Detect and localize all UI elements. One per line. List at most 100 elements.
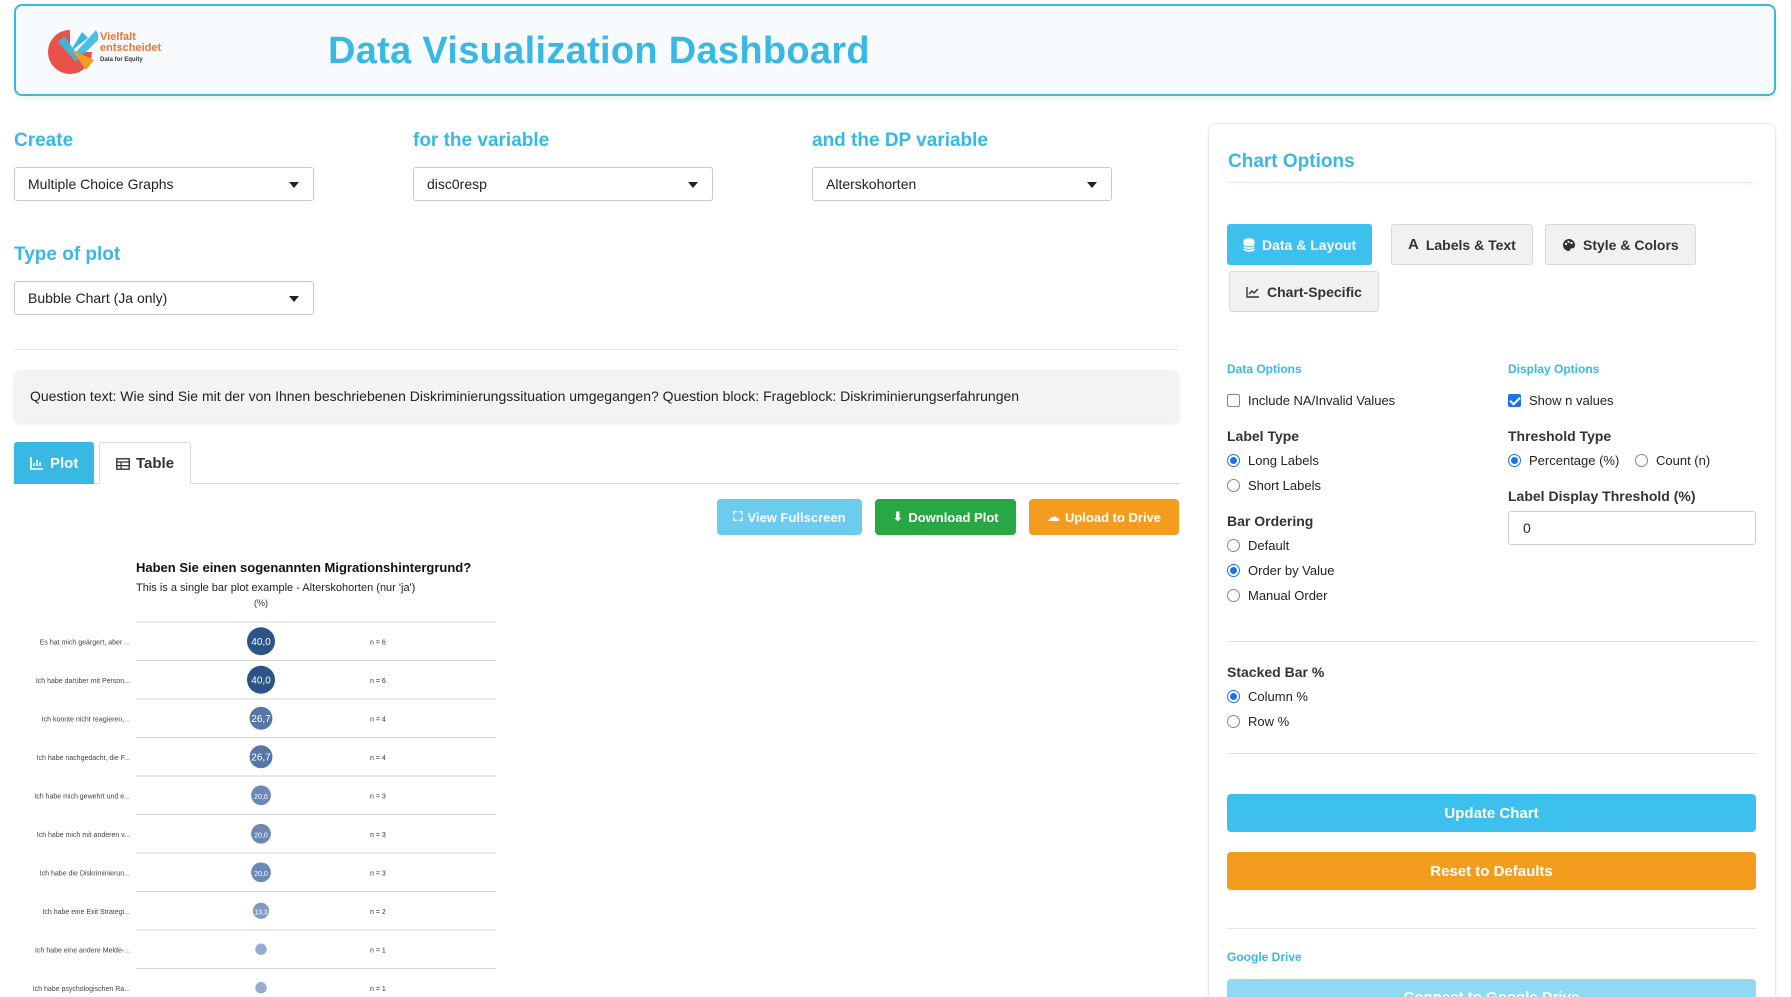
row-label: Ich habe eine Exit Strategi...	[42, 909, 130, 916]
tab-plot[interactable]: Plot	[14, 442, 95, 484]
long-labels-radio[interactable]: Long Labels	[1227, 453, 1319, 468]
upload-drive-label: Upload to Drive	[1064, 509, 1162, 525]
chart-subtitle: This is a single bar plot example - Alte…	[136, 582, 415, 594]
tab-style-colors[interactable]: Style & Colors	[1545, 224, 1696, 265]
bubble-chart-svg: Haben Sie einen sogenannten Migrationshi…	[33, 560, 496, 994]
radio[interactable]	[1635, 454, 1648, 467]
row-pct-radio[interactable]: Row %	[1227, 714, 1289, 729]
order-value-label: Order by Value	[1248, 563, 1335, 578]
divider	[1227, 641, 1756, 642]
short-labels-label: Short Labels	[1248, 478, 1321, 493]
upload-drive-button[interactable]: ☁ Upload to Drive	[1029, 499, 1179, 535]
row-n-label: n = 3	[370, 870, 386, 877]
logo-mark-icon	[48, 30, 100, 74]
tab-table[interactable]: Table	[99, 442, 192, 484]
chevron-down-icon	[289, 182, 299, 188]
radio[interactable]	[1508, 454, 1521, 467]
label-type-heading: Label Type	[1227, 428, 1300, 444]
tab-table-label: Table	[136, 455, 175, 472]
line-chart-icon	[1246, 286, 1259, 298]
tab-chart-specific[interactable]: Chart-Specific	[1229, 271, 1379, 312]
bubble-value-label: 13,3	[254, 909, 268, 916]
radio[interactable]	[1227, 479, 1240, 492]
bubble-value-label: 40,0	[251, 637, 271, 648]
page-title: Data Visualization Dashboard	[328, 30, 870, 72]
dp-variable-select-value: Alterskohorten	[826, 176, 917, 192]
radio[interactable]	[1227, 589, 1240, 602]
row-label: Ich habe nachgedacht, die F...	[37, 755, 130, 762]
include-na-checkbox[interactable]: Include NA/Invalid Values	[1227, 393, 1395, 408]
row-label: Ich habe die Diskriminierun...	[40, 870, 130, 877]
order-manual-radio[interactable]: Manual Order	[1227, 588, 1327, 603]
google-drive-heading: Google Drive	[1227, 950, 1302, 964]
logo: Vielfalt entscheidet Data for Equity	[42, 24, 182, 80]
order-value-radio[interactable]: Order by Value	[1227, 563, 1334, 578]
connect-drive-label: Connect to Google Drive	[1404, 989, 1580, 997]
variable-select-value: disc0resp	[427, 176, 487, 192]
row-label: Ich habe darüber mit Person...	[36, 678, 130, 685]
bubble	[255, 982, 267, 994]
plot-type-select[interactable]: Bubble Chart (Ja only)	[14, 281, 314, 315]
download-plot-button[interactable]: ⬇ Download Plot	[875, 499, 1016, 535]
update-chart-button[interactable]: Update Chart	[1227, 794, 1756, 832]
radio[interactable]	[1227, 454, 1240, 467]
order-default-radio[interactable]: Default	[1227, 538, 1289, 553]
column-pct-radio[interactable]: Column %	[1227, 689, 1308, 704]
bubble-chart: Haben Sie einen sogenannten Migrationshi…	[14, 550, 514, 997]
checkbox[interactable]	[1508, 394, 1521, 407]
chevron-down-icon	[289, 296, 299, 302]
divider	[1227, 928, 1756, 929]
row-label: Ich habe psychologischen Ra...	[33, 986, 130, 993]
variable-label: for the variable	[413, 130, 550, 151]
display-options-heading: Display Options	[1508, 362, 1600, 376]
tab-data-layout[interactable]: Data & Layout	[1227, 224, 1373, 265]
logo-text: Vielfalt entscheidet Data for Equity	[100, 32, 161, 66]
view-fullscreen-button[interactable]: ⛶ View Fullscreen	[717, 499, 862, 535]
tab-data-layout-label: Data & Layout	[1262, 236, 1357, 253]
row-n-label: n = 1	[370, 986, 386, 993]
label-threshold-input[interactable]: 0	[1508, 511, 1756, 545]
row-n-label: n = 2	[370, 909, 386, 916]
row-n-label: n = 6	[370, 639, 386, 646]
column-pct-label: Column %	[1248, 689, 1308, 704]
threshold-count-radio[interactable]: Count (n)	[1635, 453, 1710, 468]
order-manual-label: Manual Order	[1248, 588, 1328, 603]
bubble-value-label: 26,7	[251, 752, 271, 763]
short-labels-radio[interactable]: Short Labels	[1227, 478, 1321, 493]
download-icon: ⬇	[892, 509, 904, 524]
bubble-value-label: 26,7	[251, 714, 271, 725]
row-label: Ich habe eine andere Melde-...	[35, 947, 130, 954]
create-select-value: Multiple Choice Graphs	[28, 176, 174, 192]
long-labels-label: Long Labels	[1248, 453, 1319, 468]
tab-labels-text[interactable]: A Labels & Text	[1391, 224, 1533, 265]
tab-style-colors-label: Style & Colors	[1583, 236, 1679, 253]
bubble-value-label: 20,0	[254, 871, 268, 878]
row-label: Ich konnte nicht reagieren,...	[42, 716, 130, 723]
tab-chart-specific-label: Chart-Specific	[1267, 283, 1362, 300]
bubble	[255, 943, 267, 955]
data-options-heading: Data Options	[1227, 362, 1302, 376]
bar-ordering-heading: Bar Ordering	[1227, 513, 1314, 529]
plot-type-label: Type of plot	[14, 244, 121, 265]
reset-defaults-button[interactable]: Reset to Defaults	[1227, 852, 1756, 890]
radio[interactable]	[1227, 539, 1240, 552]
cloud-upload-icon: ☁	[1046, 509, 1060, 524]
row-label: Es hat mich geärgert, aber ...	[40, 639, 130, 646]
radio[interactable]	[1227, 564, 1240, 577]
connect-drive-button[interactable]: Connect to Google Drive	[1227, 979, 1756, 997]
radio[interactable]	[1227, 690, 1240, 703]
expand-icon: ⛶	[733, 509, 743, 524]
checkbox[interactable]	[1227, 394, 1240, 407]
show-n-checkbox[interactable]: Show n values	[1508, 393, 1614, 408]
row-n-label: n = 4	[370, 716, 386, 723]
threshold-percentage-label: Percentage (%)	[1529, 453, 1620, 468]
radio[interactable]	[1227, 715, 1240, 728]
dp-variable-select[interactable]: Alterskohorten	[812, 167, 1112, 201]
variable-select[interactable]: disc0resp	[413, 167, 713, 201]
row-label: Ich habe mich gewehrt und e...	[34, 793, 130, 800]
bubble-value-label: 40,0	[251, 675, 271, 686]
threshold-percentage-radio[interactable]: Percentage (%)	[1508, 453, 1619, 468]
row-n-label: n = 3	[370, 832, 386, 839]
row-n-label: n = 3	[370, 793, 386, 800]
create-select[interactable]: Multiple Choice Graphs	[14, 167, 314, 201]
